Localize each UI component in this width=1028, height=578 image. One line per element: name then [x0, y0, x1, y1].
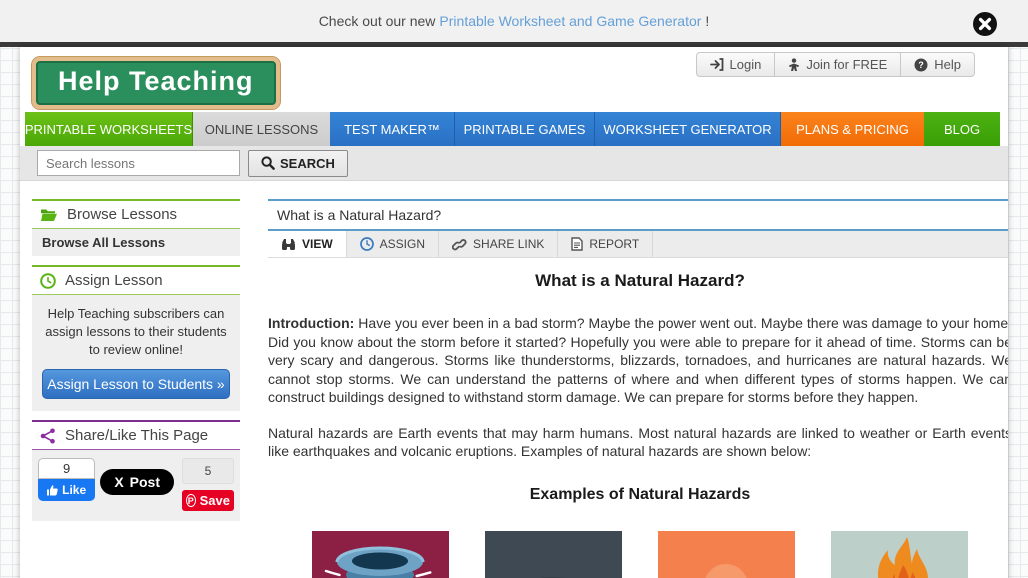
assign-lesson-header: Assign Lesson: [32, 265, 240, 295]
search-button-label: SEARCH: [280, 156, 335, 171]
join-label: Join for FREE: [806, 57, 887, 72]
clock-icon: [40, 273, 56, 289]
pinterest-save-button[interactable]: P Save: [182, 490, 234, 511]
pinterest-save-label: Save: [200, 493, 230, 508]
lesson-panel: What is a Natural Hazard? VIEW ASSIGN SH…: [268, 199, 1008, 578]
close-icon[interactable]: [972, 11, 998, 37]
share-section: Share/Like This Page 9 Like X Post: [32, 420, 240, 521]
browse-lessons-title: Browse Lessons: [67, 206, 177, 223]
share-icon: [40, 428, 56, 444]
promo-banner-link[interactable]: Printable Worksheet and Game Generator: [439, 13, 701, 29]
nav-blog[interactable]: BLOG: [924, 112, 1000, 146]
site-logo-text: Help Teaching: [58, 66, 254, 96]
assign-lesson-button[interactable]: Assign Lesson to Students »: [42, 369, 230, 399]
site-header: Help Teaching Login Join for FREE ? Help: [20, 47, 1008, 112]
browse-all-lessons-link[interactable]: Browse All Lessons: [32, 229, 240, 256]
tab-report-label: REPORT: [589, 237, 639, 251]
promo-banner-text: Check out our new: [319, 13, 436, 29]
share-section-title: Share/Like This Page: [65, 427, 208, 444]
lesson-paragraph-2: Natural hazards are Earth events that ma…: [268, 424, 1008, 461]
nav-test-maker[interactable]: TEST MAKER™: [330, 112, 455, 146]
document-icon: [571, 237, 583, 251]
login-button[interactable]: Login: [696, 52, 776, 77]
drought-heat-image: [658, 531, 795, 578]
nav-worksheet-generator[interactable]: WORKSHEET GENERATOR: [595, 112, 781, 146]
pinterest-icon: P: [186, 494, 196, 507]
tab-view[interactable]: VIEW: [268, 231, 347, 257]
intro-label: Introduction:: [268, 315, 354, 331]
help-icon: ?: [914, 58, 928, 72]
assign-lesson-title: Assign Lesson: [65, 272, 163, 289]
folder-icon: [40, 207, 58, 222]
login-label: Login: [730, 57, 762, 72]
page-container: Help Teaching Login Join for FREE ? Help…: [20, 47, 1008, 578]
breadcrumb: What is a Natural Hazard?: [268, 199, 1008, 231]
assign-lesson-body: Help Teaching subscribers can assign les…: [32, 295, 240, 411]
search-bar: SEARCH: [20, 146, 1008, 181]
binoculars-icon: [281, 238, 296, 251]
breadcrumb-title: What is a Natural Hazard?: [277, 207, 441, 223]
facebook-like-count: 9: [38, 458, 95, 479]
help-button[interactable]: ? Help: [900, 52, 975, 77]
tornado-image: [312, 531, 449, 578]
sidebar: Browse Lessons Browse All Lessons Assign…: [32, 199, 240, 530]
thunderstorm-image: [485, 531, 622, 578]
tab-share-link-label: SHARE LINK: [473, 237, 544, 251]
assign-lesson-section: Assign Lesson Help Teaching subscribers …: [32, 265, 240, 411]
main-nav: PRINTABLE WORKSHEETS ONLINE LESSONS TEST…: [25, 112, 1003, 146]
link-icon: [452, 237, 467, 251]
auth-button-group: Login Join for FREE ? Help: [697, 52, 975, 77]
browse-lessons-section: Browse Lessons Browse All Lessons: [32, 199, 240, 256]
intro-text: Have you ever been in a bad storm? Maybe…: [268, 315, 1008, 405]
examples-image-row: [268, 531, 1008, 578]
wildfire-image: [831, 531, 968, 578]
person-icon: [788, 58, 800, 72]
tab-share-link[interactable]: SHARE LINK: [439, 231, 558, 257]
join-button[interactable]: Join for FREE: [774, 52, 901, 77]
search-icon: [261, 156, 275, 170]
facebook-like-button[interactable]: Like: [38, 479, 95, 501]
share-section-header: Share/Like This Page: [32, 420, 240, 450]
tab-assign-label: ASSIGN: [380, 237, 425, 251]
nav-plans-pricing[interactable]: PLANS & PRICING: [781, 112, 924, 146]
pinterest-count: 5: [182, 458, 234, 484]
tab-report[interactable]: REPORT: [558, 231, 653, 257]
assign-clock-icon: [360, 237, 374, 251]
help-label: Help: [934, 57, 961, 72]
assign-lesson-text: Help Teaching subscribers can assign les…: [42, 305, 230, 359]
tab-view-label: VIEW: [302, 237, 333, 251]
search-input[interactable]: [37, 150, 240, 176]
social-buttons: 9 Like X Post 5 P Save: [32, 450, 240, 521]
site-logo[interactable]: Help Teaching: [32, 57, 280, 109]
facebook-like-widget[interactable]: 9 Like: [38, 458, 95, 501]
sign-in-icon: [710, 58, 724, 71]
nav-printable-worksheets[interactable]: PRINTABLE WORKSHEETS: [25, 112, 193, 146]
lesson-intro-paragraph: Introduction: Have you ever been in a ba…: [268, 314, 1008, 407]
tab-assign[interactable]: ASSIGN: [347, 231, 439, 257]
x-post-label: Post: [130, 474, 160, 490]
nav-online-lessons[interactable]: ONLINE LESSONS: [193, 112, 330, 146]
promo-banner: Check out our new Printable Worksheet an…: [0, 0, 1028, 42]
search-button[interactable]: SEARCH: [248, 150, 348, 177]
browse-lessons-header: Browse Lessons: [32, 199, 240, 229]
svg-text:?: ?: [919, 60, 925, 70]
examples-heading: Examples of Natural Hazards: [268, 486, 1008, 504]
thumbs-up-icon: [47, 485, 58, 496]
nav-printable-games[interactable]: PRINTABLE GAMES: [455, 112, 595, 146]
x-logo-icon: X: [114, 474, 123, 490]
lesson-tab-bar: VIEW ASSIGN SHARE LINK REPORT: [268, 231, 1008, 258]
x-post-button[interactable]: X Post: [100, 469, 174, 495]
pinterest-widget: 5 P Save: [182, 458, 234, 511]
lesson-title: What is a Natural Hazard?: [268, 271, 1008, 291]
promo-banner-suffix: !: [705, 13, 709, 29]
facebook-like-label: Like: [62, 483, 86, 497]
content-area: Browse Lessons Browse All Lessons Assign…: [20, 181, 1008, 578]
